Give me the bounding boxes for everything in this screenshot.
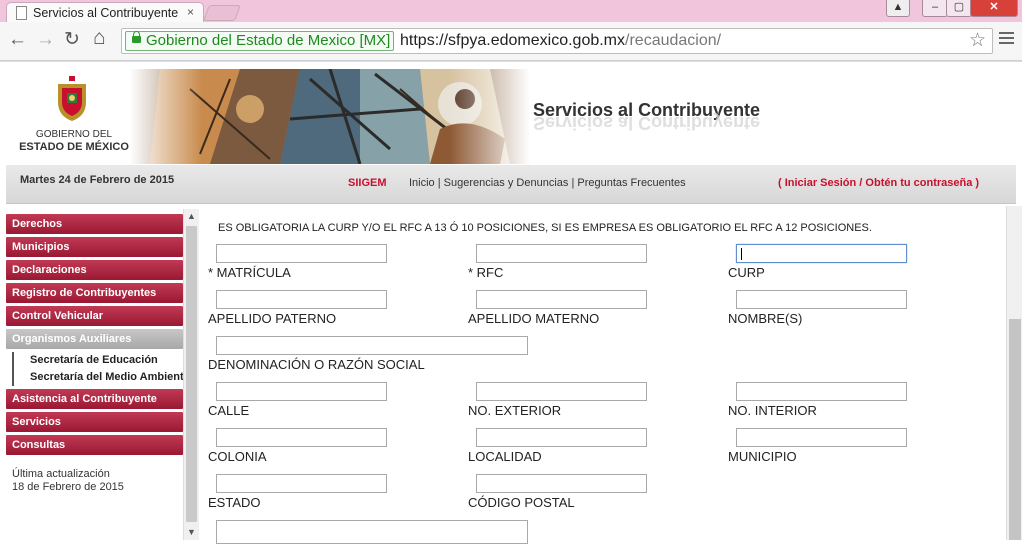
lock-icon [132, 31, 141, 43]
next-field-input[interactable] [216, 520, 528, 544]
close-window-button[interactable]: ✕ [970, 0, 1018, 17]
sidebar-subitem-educacion[interactable]: Secretaría de Educación [12, 352, 183, 369]
calle-input[interactable] [216, 382, 387, 401]
address-bar[interactable]: Gobierno del Estado de Mexico [MX] https… [121, 28, 993, 54]
site-header: GOBIERNO DEL ESTADO DE MÉXICO Servicios … [0, 61, 1022, 166]
sidebar-menu: Derechos Municipios Declaraciones Regist… [6, 214, 183, 458]
siigem-link[interactable]: SIIGEM [348, 177, 387, 189]
logo-line-2: ESTADO DE MÉXICO [19, 141, 129, 153]
last-update: Última actualización 18 de Febrero de 20… [12, 468, 124, 494]
site-title-reflection: Servicios al Contribuyente [533, 113, 761, 133]
close-tab-icon[interactable]: × [187, 5, 194, 19]
sidebar-item-servicios[interactable]: Servicios [6, 412, 183, 432]
page-scrollbar[interactable] [1006, 206, 1022, 540]
ev-certificate-badge[interactable]: Gobierno del Estado de Mexico [MX] [125, 31, 395, 51]
browser-menu-icon[interactable] [999, 32, 1014, 47]
browser-tab[interactable]: Servicios al Contribuyente × [6, 2, 204, 23]
no-exterior-input[interactable] [476, 382, 647, 401]
localidad-label: LOCALIDAD [468, 449, 542, 464]
codigo-postal-label: CÓDIGO POSTAL [468, 495, 575, 510]
page-scroll-thumb[interactable] [1009, 319, 1021, 540]
nombres-label: NOMBRE(S) [728, 311, 803, 326]
sidebar-item-declaraciones[interactable]: Declaraciones [6, 260, 183, 280]
municipio-input[interactable] [736, 428, 907, 447]
user-profile-button[interactable]: ▲ [886, 0, 910, 17]
sidebar-item-consultas[interactable]: Consultas [6, 435, 183, 455]
url-scheme: https:// [400, 32, 449, 49]
logo-line-1: GOBIERNO DEL [35, 129, 113, 140]
state-seal-logo [58, 76, 86, 121]
sidebar-item-derechos[interactable]: Derechos [6, 214, 183, 234]
current-date: Martes 24 de Febrero de 2015 [20, 174, 175, 186]
government-logo-text: GOBIERNO DEL ESTADO DE MÉXICO [14, 129, 134, 154]
browser-toolbar: ← → ↻ ⌂ Gobierno del Estado de Mexico [M… [0, 22, 1022, 61]
colonia-label: COLONIA [208, 449, 267, 464]
header-mural-image [130, 69, 530, 164]
colonia-input[interactable] [216, 428, 387, 447]
url-text[interactable]: https://sfpya.edomexico.gob.mx/recaudaci… [400, 31, 721, 51]
rfc-label: * RFC [468, 265, 504, 280]
sidebar-scroll-thumb[interactable] [186, 226, 197, 522]
calle-label: CALLE [208, 403, 250, 418]
razon-social-input[interactable] [216, 336, 528, 355]
form-notice: ES OBLIGATORIA LA CURP Y/O EL RFC A 13 Ó… [218, 222, 872, 234]
sidebar-scrollbar[interactable]: ▲ ▼ [183, 209, 199, 540]
no-interior-input[interactable] [736, 382, 907, 401]
browser-titlebar: Servicios al Contribuyente × ▲ – ▢ ✕ [0, 0, 1022, 23]
top-nav-links[interactable]: Inicio | Sugerencias y Denuncias | Pregu… [409, 177, 686, 189]
rfc-input[interactable] [476, 244, 647, 263]
bookmark-star-icon[interactable]: ☆ [969, 29, 986, 52]
sidebar-item-municipios[interactable]: Municipios [6, 237, 183, 257]
sidebar-subitem-medio-ambiente[interactable]: Secretaría del Medio Ambiente [12, 369, 183, 386]
estado-label: ESTADO [208, 495, 261, 510]
page-icon [16, 6, 27, 20]
url-path: /recaudacion/ [625, 32, 722, 49]
apellido-paterno-label: APELLIDO PATERNO [208, 311, 337, 326]
scroll-down-icon[interactable]: ▼ [187, 527, 196, 537]
scroll-up-icon[interactable]: ▲ [187, 211, 196, 221]
reload-icon[interactable]: ↻ [64, 30, 80, 50]
apellido-materno-input[interactable] [476, 290, 647, 309]
municipio-label: MUNICIPIO [728, 449, 797, 464]
home-icon[interactable]: ⌂ [93, 27, 106, 48]
curp-input[interactable] [736, 244, 907, 263]
last-update-label: Última actualización [12, 468, 110, 480]
no-exterior-label: NO. EXTERIOR [468, 403, 562, 418]
maximize-button[interactable]: ▢ [946, 0, 972, 17]
url-host: sfpya.edomexico.gob.mx [448, 32, 626, 49]
sidebar-item-asistencia[interactable]: Asistencia al Contribuyente [6, 389, 183, 409]
text-caret [741, 248, 742, 260]
apellido-materno-label: APELLIDO MATERNO [468, 311, 600, 326]
estado-input[interactable] [216, 474, 387, 493]
ev-certificate-label: Gobierno del Estado de Mexico [MX] [146, 32, 391, 49]
no-interior-label: NO. INTERIOR [728, 403, 817, 418]
curp-label: CURP [728, 265, 765, 280]
tab-title: Servicios al Contribuyente [33, 6, 179, 20]
sidebar-item-control-vehicular[interactable]: Control Vehicular [6, 306, 183, 326]
new-tab-button[interactable] [203, 5, 241, 21]
matricula-input[interactable] [216, 244, 387, 263]
last-update-date: 18 de Febrero de 2015 [12, 481, 124, 493]
razon-social-label: DENOMINACIÓN O RAZÓN SOCIAL [208, 357, 425, 372]
back-arrow-icon[interactable]: ← [8, 30, 27, 50]
login-link[interactable]: ( Iniciar Sesión / Obtén tu contraseña ) [778, 177, 979, 189]
apellido-paterno-input[interactable] [216, 290, 387, 309]
sidebar-item-registro[interactable]: Registro de Contribuyentes [6, 283, 183, 303]
forward-arrow-icon[interactable]: → [36, 30, 55, 50]
minimize-button[interactable]: – [922, 0, 948, 17]
matricula-label: * MATRÍCULA [208, 265, 291, 280]
nombres-input[interactable] [736, 290, 907, 309]
localidad-input[interactable] [476, 428, 647, 447]
contribuyente-form: ES OBLIGATORIA LA CURP Y/O EL RFC A 13 Ó… [198, 206, 1006, 544]
codigo-postal-input[interactable] [476, 474, 647, 493]
sidebar-item-organismos[interactable]: Organismos Auxiliares [6, 329, 183, 349]
info-bar: Martes 24 de Febrero de 2015 SIIGEM Inic… [6, 165, 1016, 204]
